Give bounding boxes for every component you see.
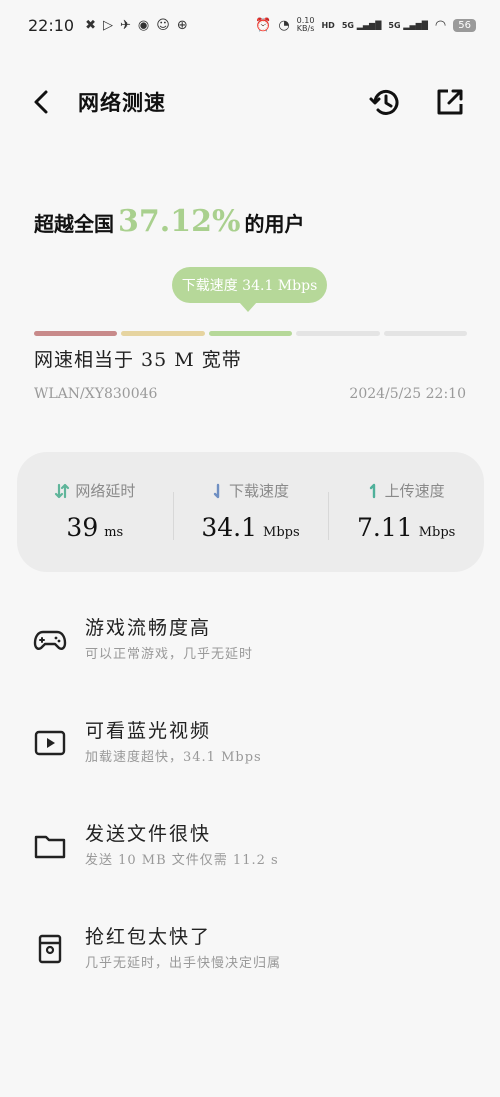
stat-label: 网络延时 xyxy=(54,480,135,501)
feature-gaming: 游戏流畅度高 可以正常游戏，几乎无延时 xyxy=(0,603,500,683)
stat-label: 上传速度 xyxy=(368,480,445,501)
scale-segment-5 xyxy=(383,331,468,336)
net-speed: 0.10 KB/s xyxy=(297,17,315,33)
latency-arrows-icon xyxy=(55,483,70,498)
play-notification-icon: ▷ xyxy=(103,17,114,33)
stat-label-text: 下载速度 xyxy=(229,482,290,500)
network-name: WLAN/XY830046 xyxy=(34,386,158,402)
status-bar: 22:10 ✖ ▷ ✈ ◉ ☺ ⊕ ⏰ ◔ 0.10 KB/s HD 5G ▂▄… xyxy=(0,0,500,50)
rank-prefix: 超越全国 xyxy=(34,212,114,236)
feature-subtitle: 加载速度超快，34.1 Mbps xyxy=(85,750,262,765)
stat-label-text: 上传速度 xyxy=(384,482,445,500)
hd-voice-icon: HD xyxy=(321,20,335,30)
upload-arrow-icon xyxy=(369,483,375,498)
sim2-label: 5G xyxy=(388,20,401,30)
stats-card: 网络延时 39 ms 下载速度 34.1 Mbps 上传速度 7.11 Mbps xyxy=(17,452,484,572)
rank-suffix: 的用户 xyxy=(244,212,305,236)
back-button[interactable] xyxy=(28,88,56,116)
feature-file-transfer: 发送文件很快 发送 10 MB 文件仅需 11.2 s xyxy=(0,809,500,889)
wifi-icon: ◠ xyxy=(434,17,447,33)
stat-unit: Mbps xyxy=(418,525,456,540)
carrier-notification-icon: ⊕ xyxy=(176,17,188,33)
download-speed-tooltip: 下载速度 34.1 Mbps xyxy=(172,267,327,303)
sim1-label: 5G xyxy=(341,20,354,30)
stat-value: 39 ms xyxy=(66,513,123,542)
stat-value: 7.11 Mbps xyxy=(357,513,455,542)
video-play-icon xyxy=(34,730,66,756)
net-speed-unit: KB/s xyxy=(296,24,315,33)
history-button[interactable] xyxy=(368,85,402,119)
folder-icon xyxy=(34,835,66,859)
weibo-notification-icon: ◉ xyxy=(137,17,150,33)
feature-title: 游戏流畅度高 xyxy=(85,617,212,639)
status-time: 22:10 xyxy=(28,15,75,35)
stat-unit: Mbps xyxy=(263,525,300,540)
bandwidth-equivalent: 网速相当于 35 M 宽带 xyxy=(34,349,242,371)
speed-scale-bar xyxy=(34,331,468,336)
download-arrow-icon xyxy=(213,483,220,498)
feature-subtitle: 几乎无延时，出手快慢决定归属 xyxy=(85,956,282,971)
top-app-bar: 网络测速 xyxy=(0,76,500,128)
app-notification-icon: ✖ xyxy=(85,17,97,33)
feature-red-packet: 抢红包太快了 几乎无延时，出手快慢决定归属 xyxy=(0,912,500,992)
feature-title: 可看蓝光视频 xyxy=(85,720,212,742)
signal-sim2-icon: 5G ▂▄▆█ xyxy=(388,20,428,30)
test-datetime: 2024/5/25 22:10 xyxy=(349,386,466,402)
page-title: 网络测速 xyxy=(78,90,166,115)
feature-video: 可看蓝光视频 加载速度超快，34.1 Mbps xyxy=(0,706,500,786)
share-external-icon xyxy=(437,89,463,115)
feature-title: 抢红包太快了 xyxy=(85,926,212,948)
stat-label: 下载速度 xyxy=(212,480,289,501)
feature-subtitle: 发送 10 MB 文件仅需 11.2 s xyxy=(85,853,279,868)
stat-value: 34.1 Mbps xyxy=(201,513,299,542)
red-packet-icon xyxy=(38,934,62,964)
qq-notification-icon: ☺ xyxy=(156,17,170,33)
alarm-icon: ⏰ xyxy=(255,17,272,33)
scale-segment-2 xyxy=(121,331,205,336)
speedometer-icon: ◔ xyxy=(278,17,290,33)
rank-headline: 超越全国 37.12% 的用户 xyxy=(34,204,304,239)
stat-number: 7.11 xyxy=(357,513,413,542)
stat-number: 34.1 xyxy=(201,513,258,542)
signal-sim1-icon: 5G ▂▄▆█ xyxy=(341,20,382,30)
stat-upload: 上传速度 7.11 Mbps xyxy=(328,452,484,572)
status-bar-right: ⏰ ◔ 0.10 KB/s HD 5G ▂▄▆█ 5G ▂▄▆█ ◠ 56 xyxy=(255,17,476,33)
scale-segment-1 xyxy=(34,331,118,336)
share-button[interactable] xyxy=(434,86,466,118)
feature-title: 发送文件很快 xyxy=(85,823,212,845)
rank-percent: 37.12% xyxy=(118,204,241,239)
status-bar-left: 22:10 ✖ ▷ ✈ ◉ ☺ ⊕ xyxy=(28,16,188,35)
back-arrow-icon xyxy=(34,90,48,114)
gamepad-icon xyxy=(33,630,67,650)
feature-subtitle: 可以正常游戏，几乎无延时 xyxy=(85,647,254,662)
battery-icon: 56 xyxy=(453,18,476,32)
tooltip-pointer xyxy=(239,302,257,312)
bird-notification-icon: ✈ xyxy=(120,17,131,33)
stat-latency: 网络延时 39 ms xyxy=(17,452,173,572)
history-icon xyxy=(369,89,399,115)
stat-label-text: 网络延时 xyxy=(75,482,136,500)
stat-number: 39 xyxy=(66,513,99,542)
stat-download: 下载速度 34.1 Mbps xyxy=(172,452,329,572)
stat-unit: ms xyxy=(104,525,124,540)
scale-segment-3 xyxy=(208,331,293,336)
scale-segment-4 xyxy=(296,331,380,336)
